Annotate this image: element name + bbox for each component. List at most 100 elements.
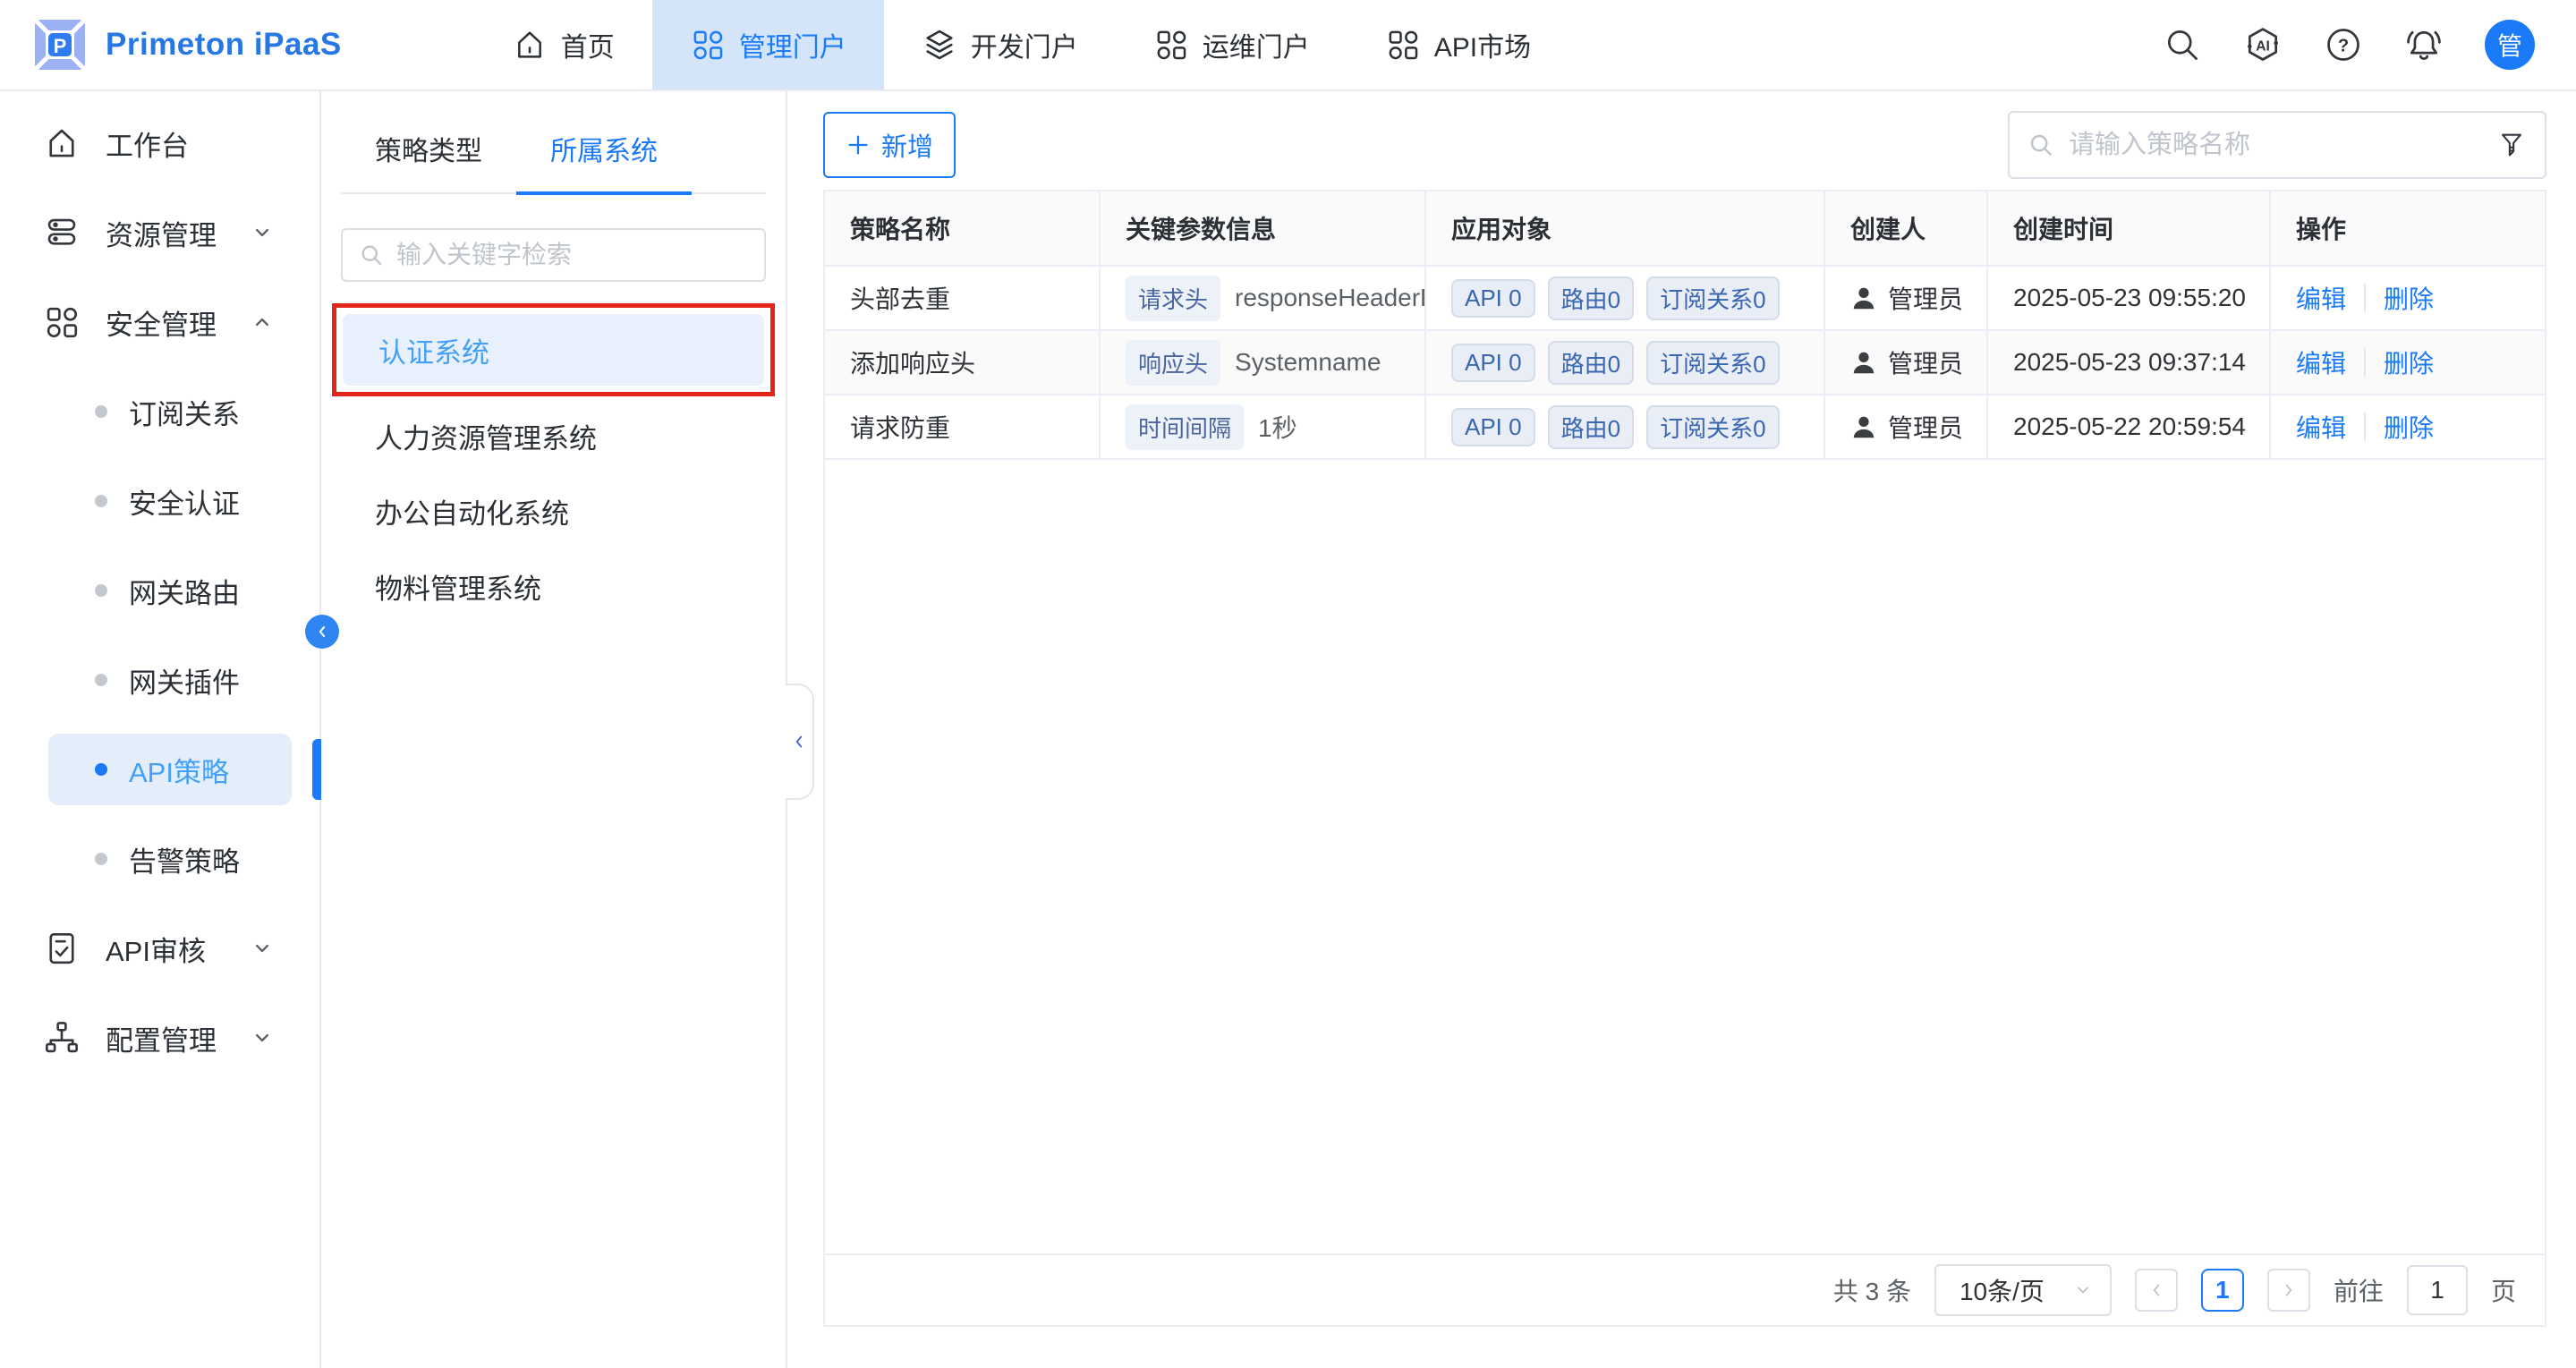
actions-cell: 编辑 删除: [2271, 395, 2545, 458]
param-value: Systemname: [1235, 348, 1381, 377]
creator-name: 管理员: [1888, 280, 1963, 316]
system-item-auth[interactable]: 认证系统: [343, 314, 764, 386]
chevron-right-icon: [2279, 1280, 2299, 1300]
sidebar-collapse-button[interactable]: [305, 615, 339, 649]
creator-cell: 管理员: [1825, 331, 1988, 394]
keyword-search-input[interactable]: [396, 241, 748, 269]
edit-link[interactable]: 编辑: [2296, 409, 2346, 445]
ai-assistant-icon[interactable]: AI: [2243, 25, 2283, 64]
sidebar-subitem-gateway-route[interactable]: 网关路由: [0, 546, 319, 635]
user-avatar[interactable]: 管: [2485, 20, 2535, 70]
svg-text:AI: AI: [2256, 38, 2270, 54]
grid-icon: [43, 303, 81, 341]
api-count-tag[interactable]: API 0: [1451, 279, 1535, 318]
param-value: responseHeaderRe: [1235, 284, 1426, 312]
layers-icon: [922, 27, 957, 63]
policy-name-cell: 头部去重: [825, 267, 1101, 329]
system-item-hr[interactable]: 人力资源管理系统: [321, 400, 786, 472]
creator-name: 管理员: [1888, 344, 1963, 380]
sidebar-item-label: 资源管理: [106, 213, 217, 253]
sidebar-item-resources[interactable]: 资源管理: [0, 188, 319, 277]
api-count-tag[interactable]: API 0: [1451, 408, 1535, 446]
edit-link[interactable]: 编辑: [2296, 344, 2346, 380]
home-icon: [512, 27, 548, 63]
filter-funnel-icon[interactable]: [2496, 130, 2527, 160]
delete-link[interactable]: 删除: [2384, 409, 2434, 445]
param-value: 1秒: [1258, 409, 1297, 445]
search-icon[interactable]: [2163, 25, 2202, 64]
dot-icon: [95, 495, 107, 507]
sidebar-item-workbench[interactable]: 工作台: [0, 98, 319, 188]
tab-owning-system[interactable]: 所属系统: [516, 129, 692, 195]
sidebar-subitem-api-policy[interactable]: API策略: [0, 725, 319, 814]
svg-text:?: ?: [2338, 36, 2349, 55]
sidebar-item-label: 工作台: [106, 123, 189, 164]
route-count-tag[interactable]: 路由0: [1548, 341, 1634, 385]
chevron-left-icon: [313, 623, 331, 641]
brand-name: Primeton iPaaS: [106, 27, 342, 63]
chevron-down-icon: [2072, 1279, 2094, 1301]
add-button[interactable]: 新增: [823, 112, 956, 178]
delete-link[interactable]: 删除: [2384, 344, 2434, 380]
policy-search-box: [2008, 111, 2546, 179]
sidebar: 工作台 资源管理 安全管理 订阅关系 安全认证 网关路由 网关插件 API策略 …: [0, 91, 321, 1368]
panel-tabs: 策略类型 所属系统: [341, 129, 766, 194]
prev-page-button[interactable]: [2135, 1269, 2178, 1312]
sidebar-subitem-gateway-plugin[interactable]: 网关插件: [0, 635, 319, 725]
page-size-select[interactable]: 10条/页: [1934, 1264, 2112, 1316]
portal-tabs: 首页 管理门户 开发门户 运维门户 API市场: [474, 0, 1569, 89]
action-divider: [2364, 412, 2366, 441]
column-header: 策略名称: [825, 191, 1101, 265]
creator-name: 管理员: [1888, 409, 1963, 445]
creator-cell: 管理员: [1825, 395, 1988, 458]
policy-search-input[interactable]: [2069, 131, 2482, 160]
edit-link[interactable]: 编辑: [2296, 280, 2346, 316]
route-count-tag[interactable]: 路由0: [1548, 276, 1634, 320]
chevron-down-icon: [250, 1025, 275, 1050]
main-content: 新增 策略名称 关键参数信息 应用对象 创建人 创建时间 操作 头部去重 请求头…: [787, 91, 2576, 1368]
sidebar-item-api-review[interactable]: API审核: [0, 904, 319, 993]
goto-unit-label: 页: [2491, 1272, 2516, 1308]
notifications-bell-icon[interactable]: [2404, 25, 2444, 64]
sidebar-item-config[interactable]: 配置管理: [0, 993, 319, 1083]
user-icon: [1850, 349, 1877, 376]
current-page-button[interactable]: 1: [2201, 1269, 2244, 1312]
system-item-material[interactable]: 物料管理系统: [321, 550, 786, 622]
route-count-tag[interactable]: 路由0: [1548, 405, 1634, 449]
nav-tab-admin-portal[interactable]: 管理门户: [652, 0, 884, 89]
system-item-oa[interactable]: 办公自动化系统: [321, 475, 786, 547]
nav-tab-home[interactable]: 首页: [474, 0, 652, 89]
apply-target-cell: API 0 路由0 订阅关系0: [1426, 267, 1825, 329]
sidebar-subitem-subscriptions[interactable]: 订阅关系: [0, 367, 319, 456]
nav-tab-dev-portal[interactable]: 开发门户: [884, 0, 1116, 89]
sidebar-subitem-security-auth[interactable]: 安全认证: [0, 456, 319, 546]
subscription-count-tag[interactable]: 订阅关系0: [1646, 341, 1779, 385]
sidebar-item-label: 安全认证: [129, 481, 240, 522]
column-header: 关键参数信息: [1101, 191, 1426, 265]
keyword-search-box: [341, 228, 766, 282]
help-icon[interactable]: ?: [2324, 25, 2363, 64]
sidebar-item-security[interactable]: 安全管理: [0, 277, 319, 367]
search-icon: [2028, 132, 2054, 158]
tab-policy-type[interactable]: 策略类型: [341, 129, 516, 195]
subscription-count-tag[interactable]: 订阅关系0: [1646, 276, 1779, 320]
subscription-count-tag[interactable]: 订阅关系0: [1646, 405, 1779, 449]
goto-page-input[interactable]: [2407, 1265, 2468, 1315]
action-divider: [2364, 348, 2366, 377]
panel-collapse-handle[interactable]: [786, 684, 814, 800]
column-header: 创建人: [1825, 191, 1988, 265]
sidebar-item-label: 网关插件: [129, 660, 240, 701]
sidebar-item-label: 网关路由: [129, 571, 240, 611]
active-indicator-bar: [312, 739, 321, 800]
plus-icon: [846, 132, 871, 157]
param-info-cell: 响应头 Systemname: [1101, 331, 1426, 394]
delete-link[interactable]: 删除: [2384, 280, 2434, 316]
next-page-button[interactable]: [2267, 1269, 2310, 1312]
document-check-icon: [43, 930, 81, 967]
api-count-tag[interactable]: API 0: [1451, 344, 1535, 382]
sidebar-subitem-alert-policy[interactable]: 告警策略: [0, 814, 319, 904]
nav-tab-ops-portal[interactable]: 运维门户: [1116, 0, 1348, 89]
nav-tab-api-market[interactable]: API市场: [1348, 0, 1569, 89]
search-icon: [359, 242, 384, 268]
brand: P Primeton iPaaS: [0, 0, 342, 89]
